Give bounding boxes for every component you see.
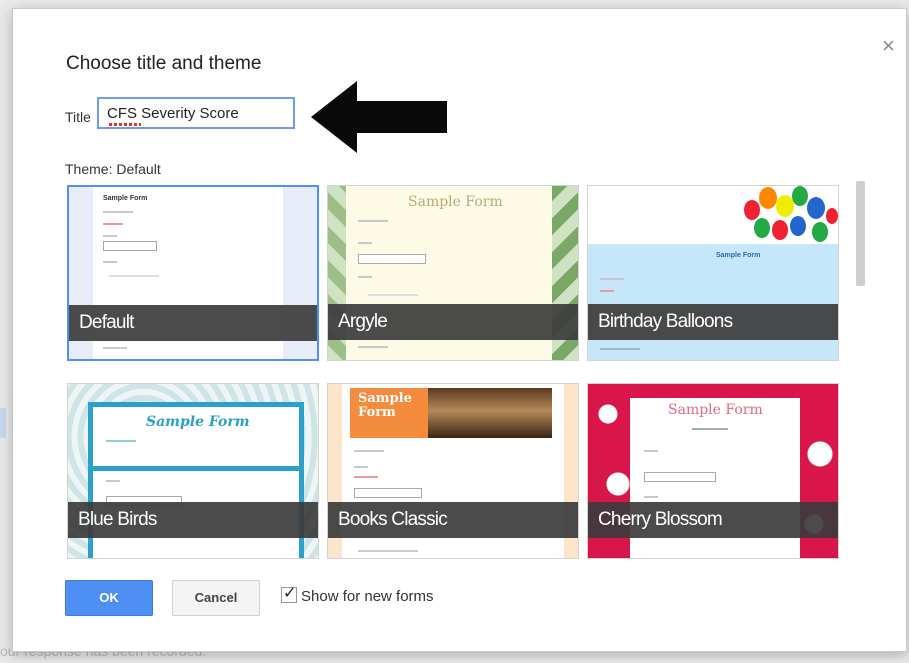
checkbox-box[interactable]: ✓ <box>281 585 297 603</box>
theme-label-blue-birds: Blue Birds <box>68 502 318 538</box>
checkmark-icon: ✓ <box>283 585 297 602</box>
choose-theme-dialog: × Choose title and theme Title Theme: De… <box>12 8 907 652</box>
theme-label-argyle: Argyle <box>328 304 578 340</box>
theme-tile-argyle[interactable]: Sample Form Argyle <box>327 185 579 361</box>
theme-label-default: Default <box>69 305 317 341</box>
theme-tile-cherry-blossom[interactable]: Sample Form Cherry Blossom <box>587 383 839 559</box>
theme-grid: Sample Form Default Sample Form Argyle S… <box>67 185 839 560</box>
theme-label-birthday-balloons: Birthday Balloons <box>588 304 838 340</box>
theme-label: Theme: Default <box>65 161 161 177</box>
arrow-left-icon <box>311 81 447 153</box>
theme-tile-books-classic[interactable]: Sample Form Books Classic <box>327 383 579 559</box>
dialog-title: Choose title and theme <box>66 53 262 74</box>
show-for-new-forms-label: Show for new forms <box>301 588 434 605</box>
ok-button[interactable]: OK <box>65 580 153 616</box>
spellcheck-underline <box>109 123 141 126</box>
theme-label-cherry-blossom: Cherry Blossom <box>588 502 838 538</box>
background-strip <box>0 408 6 438</box>
theme-grid-scrollbar[interactable] <box>856 181 865 286</box>
theme-tile-default[interactable]: Sample Form Default <box>67 185 319 361</box>
cancel-button[interactable]: Cancel <box>172 580 260 616</box>
theme-tile-birthday-balloons[interactable]: Sample Form Birthday Balloons <box>587 185 839 361</box>
theme-label-books-classic: Books Classic <box>328 502 578 538</box>
show-for-new-forms-checkbox[interactable]: ✓ Show for new forms <box>281 585 434 605</box>
theme-tile-blue-birds[interactable]: Sample Form Blue Birds <box>67 383 319 559</box>
title-label: Title <box>65 109 91 125</box>
close-icon[interactable]: × <box>882 35 895 57</box>
